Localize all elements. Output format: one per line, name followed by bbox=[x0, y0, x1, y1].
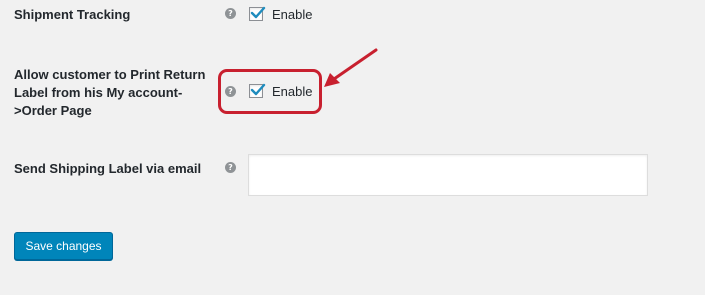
save-changes-button[interactable]: Save changes bbox=[14, 232, 113, 260]
print-return-label-line-1: Allow customer to Print Return bbox=[14, 67, 206, 82]
print-return-label-line-3: >Order Page bbox=[14, 103, 92, 118]
print-return-label-label: Allow customer to Print Return Label fro… bbox=[14, 66, 205, 120]
shipment-tracking-checkbox[interactable] bbox=[249, 6, 266, 21]
shipment-tracking-enable-label[interactable]: Enable bbox=[272, 7, 312, 23]
send-shipping-label-email-field[interactable] bbox=[248, 154, 648, 196]
print-return-label-line-2: Label from his My account- bbox=[14, 85, 183, 100]
red-arrow-icon bbox=[324, 48, 378, 87]
shipment-tracking-label: Shipment Tracking bbox=[14, 7, 131, 22]
question-mark-icon[interactable]: ? bbox=[225, 162, 236, 173]
checkmark-icon bbox=[250, 6, 266, 19]
annotation-highlight-box bbox=[218, 69, 322, 114]
send-shipping-label-label: Send Shipping Label via email bbox=[14, 161, 202, 176]
question-mark-icon[interactable]: ? bbox=[225, 8, 236, 19]
